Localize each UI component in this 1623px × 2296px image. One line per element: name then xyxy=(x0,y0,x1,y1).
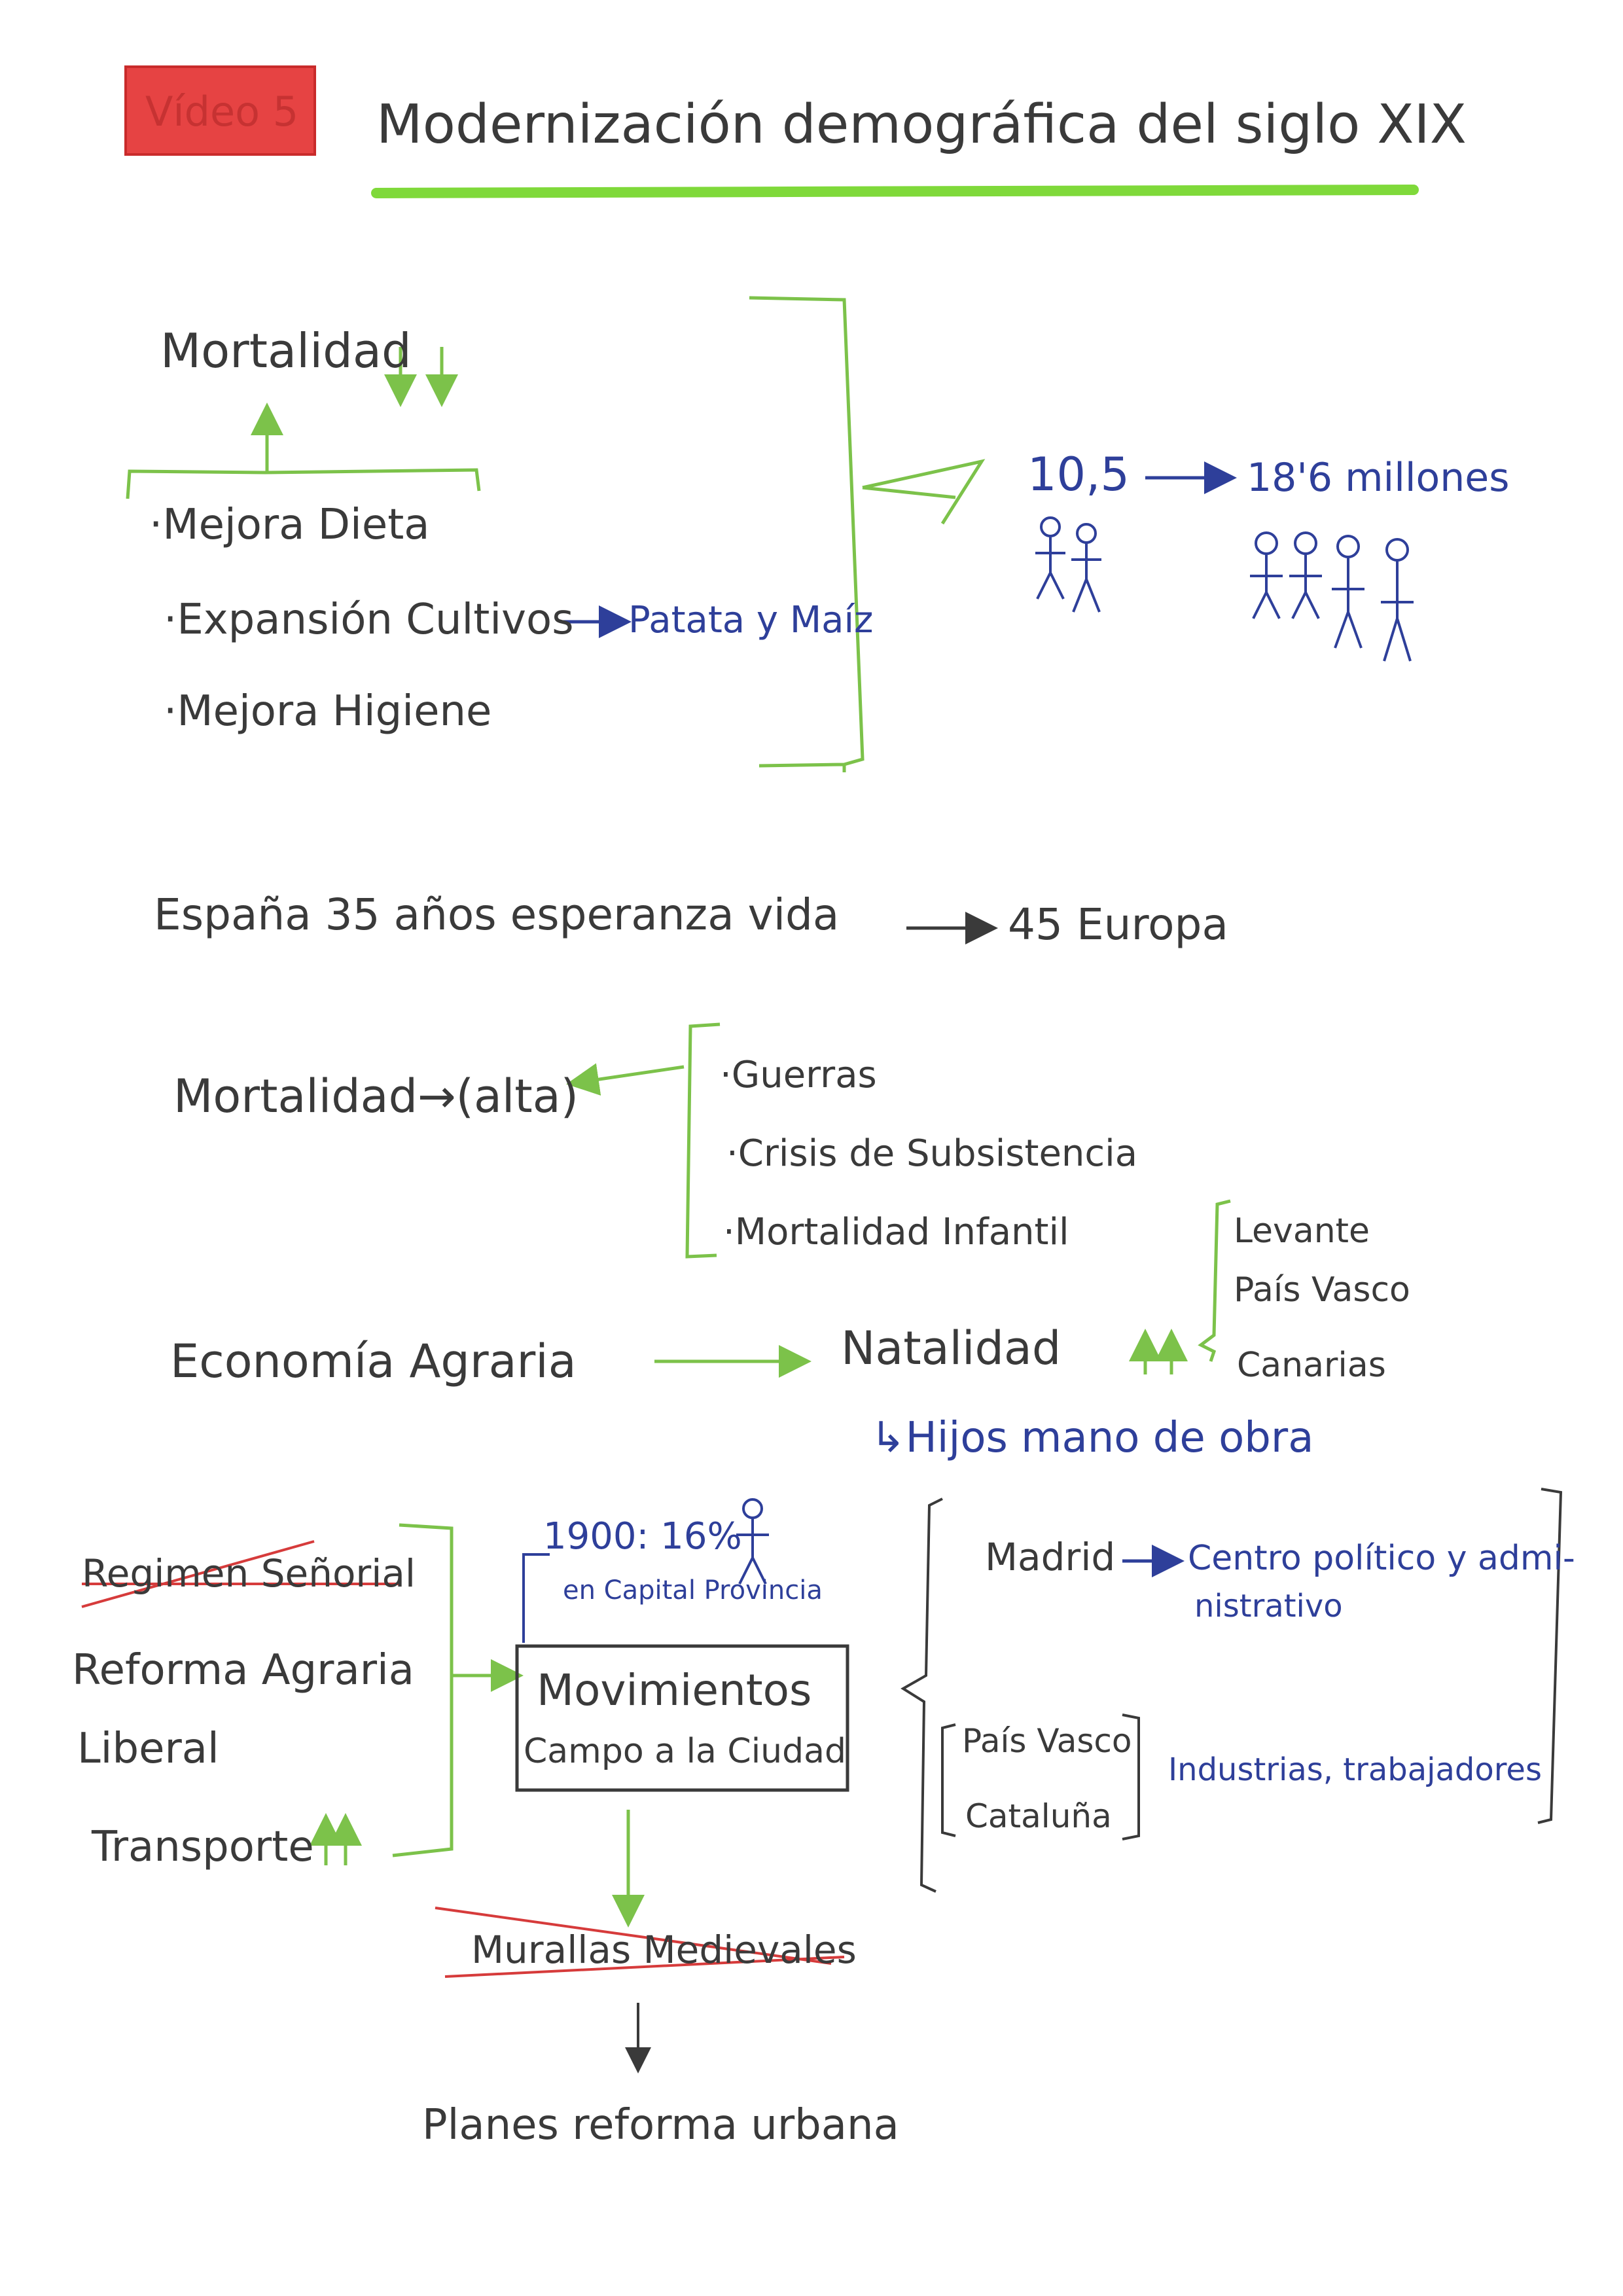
stat-bracket xyxy=(522,1553,550,1643)
walls-label: Murallas Medievales xyxy=(471,1928,857,1972)
north-region: Cataluña xyxy=(965,1797,1112,1835)
madrid-desc: nistrativo xyxy=(1194,1588,1343,1624)
destinations-brace xyxy=(901,1498,943,1893)
north-region: País Vasco xyxy=(962,1722,1132,1760)
person-icon xyxy=(1289,531,1322,619)
stat-line: 1900: 16% xyxy=(543,1515,742,1558)
region-item: Canarias xyxy=(1237,1346,1386,1385)
causes-brace xyxy=(126,468,481,499)
north-regions-brace xyxy=(941,1723,956,1837)
mortality-cause: ·Mortalidad Infantil xyxy=(723,1211,1069,1253)
cause-item: ·Expansión Cultivos xyxy=(164,596,574,644)
cause-item: ·Mejora Dieta xyxy=(149,501,430,549)
person-icon xyxy=(1381,538,1414,662)
mortality-high: Mortalidad→(alta) xyxy=(173,1069,579,1123)
crops-label: Patata y Maíz xyxy=(628,599,874,641)
factor-item: Liberal xyxy=(77,1725,219,1773)
madrid-label: Madrid xyxy=(985,1535,1116,1579)
mortality-cause: ·Crisis de Subsistencia xyxy=(726,1132,1138,1175)
factor-item: Regimen Señorial xyxy=(82,1551,416,1596)
north-desc: Industrias, trabajadores xyxy=(1168,1751,1542,1788)
population-to: 18'6 millones xyxy=(1247,455,1510,501)
person-icon xyxy=(1250,531,1283,619)
children-label: ↳Hijos mano de obra xyxy=(870,1414,1314,1462)
factor-item: Reforma Agraria xyxy=(72,1646,414,1695)
madrid-desc: Centro político y admi- xyxy=(1188,1539,1575,1578)
life-expectancy-europe: 45 Europa xyxy=(1008,899,1228,950)
population-from: 10,5 xyxy=(1027,448,1130,501)
population-arrow xyxy=(862,459,986,525)
mortality-heading: Mortalidad xyxy=(160,323,412,378)
cause-item: ·Mejora Higiene xyxy=(164,687,492,736)
movement-label: Campo a la Ciudad xyxy=(524,1732,847,1771)
mortality-cause: ·Guerras xyxy=(720,1054,877,1096)
person-icon xyxy=(1035,516,1065,600)
economy-label: Economía Agraria xyxy=(170,1335,577,1388)
urban-plans-label: Planes reforma urbana xyxy=(422,2101,899,2149)
movement-label: Movimientos xyxy=(537,1665,812,1715)
factor-item: Transporte xyxy=(92,1823,314,1871)
life-expectancy-spain: España 35 años esperanza vida xyxy=(154,889,840,940)
section1-bracket xyxy=(749,296,865,772)
natality-label: Natalidad xyxy=(841,1321,1061,1375)
stat-line: en Capital Provincia xyxy=(563,1575,823,1605)
person-icon xyxy=(1332,535,1364,649)
mortality-arrow xyxy=(566,1063,685,1096)
region-item: País Vasco xyxy=(1234,1270,1410,1310)
person-icon xyxy=(1071,523,1101,613)
mortality-causes-bracket xyxy=(685,1022,721,1259)
region-item: Levante xyxy=(1234,1211,1370,1251)
title-highlight xyxy=(371,185,1419,198)
regions-brace xyxy=(1198,1199,1231,1362)
